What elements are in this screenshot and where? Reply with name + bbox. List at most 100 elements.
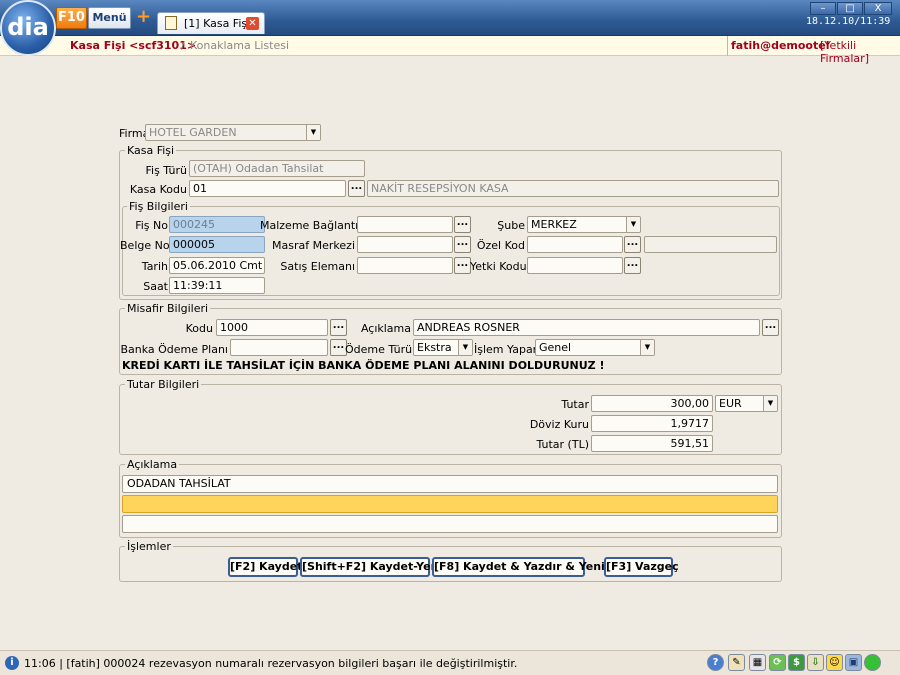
yetki-field[interactable] (527, 257, 623, 274)
tab-label: [1] Kasa Fişi (184, 17, 251, 30)
misafir-kodu-field[interactable]: 1000 (216, 319, 328, 336)
vazgec-button[interactable]: [F3] Vazgeç (604, 557, 679, 577)
belge-no-label: Belge No (120, 239, 170, 252)
masraf-lookup-button[interactable]: ... (454, 236, 471, 253)
kasa-fisi-title: Kasa Fişi (125, 144, 177, 157)
odeme-turu-select[interactable]: Ekstra ▼ (413, 339, 473, 356)
kasa-kodu-lookup-button[interactable]: ... (348, 180, 365, 197)
help-icon[interactable]: ? (707, 654, 724, 671)
misafir-kodu-lookup-button[interactable]: ... (330, 319, 347, 336)
tutar-tl-field: 591,51 (591, 435, 713, 452)
title-bar: F10 Menü + [1] Kasa Fişi ✕ – □ X 18.12.1… (0, 0, 900, 36)
misafir-aciklama-lookup-button[interactable]: ... (762, 319, 779, 336)
kasa-adi-field: NAKİT RESEPSİYON KASA (367, 180, 779, 197)
tarih-label: Tarih (141, 260, 168, 273)
f10-button[interactable]: F10 (56, 7, 87, 29)
aciklama-title: Açıklama (125, 458, 180, 471)
tutar-bilgileri-title: Tutar Bilgileri (125, 378, 202, 391)
doviz-kuru-field[interactable]: 1,9717 (591, 415, 713, 432)
masraf-field[interactable] (357, 236, 453, 253)
status-message: 11:06 | [fatih] 000024 rezevasyon numara… (24, 657, 518, 670)
ozel-kod-field[interactable] (527, 236, 623, 253)
banka-odeme-field[interactable] (230, 339, 328, 356)
misafir-bilgileri-title: Misafir Bilgileri (125, 302, 211, 315)
tutar-tl-label: Tutar (TL) (536, 438, 589, 451)
breadcrumb-separator: / (181, 39, 185, 52)
download-icon[interactable]: ⇩ (807, 654, 824, 671)
tutar-label: Tutar (561, 398, 589, 411)
kaydet-yazdir-yeni-button[interactable]: [F8] Kaydet & Yazdır & Yeni (432, 557, 605, 577)
currency-value: EUR (719, 397, 742, 410)
chevron-down-icon[interactable]: ▼ (306, 125, 320, 140)
masraf-label: Masraf Merkezi (272, 239, 355, 252)
sube-value: MERKEZ (531, 218, 577, 231)
status-bar: i 11:06 | [fatih] 000024 rezevasyon numa… (0, 650, 900, 675)
user-name: fatih@demootel (731, 39, 830, 52)
islem-yapan-value: Genel (539, 341, 572, 354)
breadcrumb-konaklama-listesi[interactable]: Konaklama Listesi (190, 39, 289, 52)
kaydet-button[interactable]: [F2] Kaydet (228, 557, 302, 577)
ozel-kod-lookup-button[interactable]: ... (624, 236, 641, 253)
aciklama-line-2[interactable] (122, 495, 778, 513)
chevron-down-icon[interactable]: ▼ (763, 396, 777, 411)
tutar-field[interactable]: 300,00 (591, 395, 713, 412)
islemler-title: İşlemler (125, 540, 173, 553)
fis-no-label: Fiş No (135, 219, 168, 232)
dia-logo[interactable]: dia (0, 0, 56, 56)
misafir-aciklama-field[interactable]: ANDREAS ROSNER (413, 319, 760, 336)
kaydet-yeni-button[interactable]: [Shift+F2] Kaydet-Yeni (300, 557, 442, 577)
odeme-turu-value: Ekstra (417, 341, 452, 354)
fis-bilgileri-title: Fiş Bilgileri (127, 200, 190, 213)
minimize-button[interactable]: – (810, 2, 836, 15)
chevron-down-icon[interactable]: ▼ (458, 340, 472, 355)
chevron-down-icon[interactable]: ▼ (626, 217, 640, 232)
kodu-label: Kodu (185, 322, 213, 335)
banka-odeme-label: Banka Ödeme Planı (120, 343, 228, 356)
yetki-label: Yetki Kodu (470, 260, 527, 273)
odeme-turu-label: Ödeme Türü (345, 343, 413, 356)
belge-no-field[interactable]: 000005 (169, 236, 265, 253)
tarih-field[interactable]: 05.06.2010 Cmt (169, 257, 265, 274)
satis-field[interactable] (357, 257, 453, 274)
breadcrumb-current: Kasa Fişi <scf3101> (70, 39, 197, 52)
islem-yapan-select[interactable]: Genel ▼ (535, 339, 655, 356)
breadcrumb: Kasa Fişi <scf3101> / Konaklama Listesi … (0, 36, 900, 65)
chevron-down-icon[interactable]: ▼ (640, 340, 654, 355)
aciklama-line-1[interactable]: ODADAN TAHSİLAT (122, 475, 778, 493)
ozel-kod-label: Özel Kod (476, 239, 525, 252)
saat-field[interactable]: 11:39:11 (169, 277, 265, 294)
aciklama-line-3[interactable] (122, 515, 778, 533)
firma-select[interactable]: HOTEL GARDEN ▼ (145, 124, 321, 141)
malzeme-field[interactable] (357, 216, 453, 233)
currency-icon[interactable]: $ (788, 654, 805, 671)
new-tab-plus-icon[interactable]: + (136, 8, 151, 26)
kasa-kodu-field[interactable]: 01 (189, 180, 346, 197)
refresh-icon[interactable]: ⟳ (769, 654, 786, 671)
saat-label: Saat (143, 280, 168, 293)
authorized-companies-link[interactable]: [Yetkili Firmalar] (820, 39, 900, 65)
satis-lookup-button[interactable]: ... (454, 257, 471, 274)
smiley-icon[interactable]: ☺ (826, 654, 843, 671)
fis-no-field[interactable]: 000245 (169, 216, 265, 233)
fis-turu-field[interactable]: (OTAH) Odadan Tahsilat (189, 160, 365, 177)
lock-icon[interactable]: ▣ (845, 654, 862, 671)
restore-button[interactable]: □ (837, 2, 863, 15)
currency-select[interactable]: EUR ▼ (715, 395, 778, 412)
kasa-kodu-label: Kasa Kodu (129, 183, 187, 196)
tab-kasa-fisi[interactable]: [1] Kasa Fişi ✕ (157, 12, 265, 34)
islem-yapan-label: İşlem Yapan (474, 343, 540, 356)
fis-turu-label: Fiş Türü (145, 164, 188, 177)
malzeme-lookup-button[interactable]: ... (454, 216, 471, 233)
close-window-button[interactable]: X (864, 2, 892, 15)
yetki-lookup-button[interactable]: ... (624, 257, 641, 274)
calculator-icon[interactable]: ▦ (749, 654, 766, 671)
sube-label: Şube (497, 219, 525, 232)
tools-icon[interactable]: ✎ (728, 654, 745, 671)
tab-close-icon[interactable]: ✕ (246, 17, 259, 30)
menu-button[interactable]: Menü (88, 7, 131, 29)
malzeme-label: Malzeme Bağlantısı (260, 219, 368, 232)
firma-value: HOTEL GARDEN (149, 126, 237, 139)
doviz-kuru-label: Döviz Kuru (529, 418, 589, 431)
clock: 18.12.10/11:39 (806, 16, 891, 27)
sube-select[interactable]: MERKEZ ▼ (527, 216, 641, 233)
